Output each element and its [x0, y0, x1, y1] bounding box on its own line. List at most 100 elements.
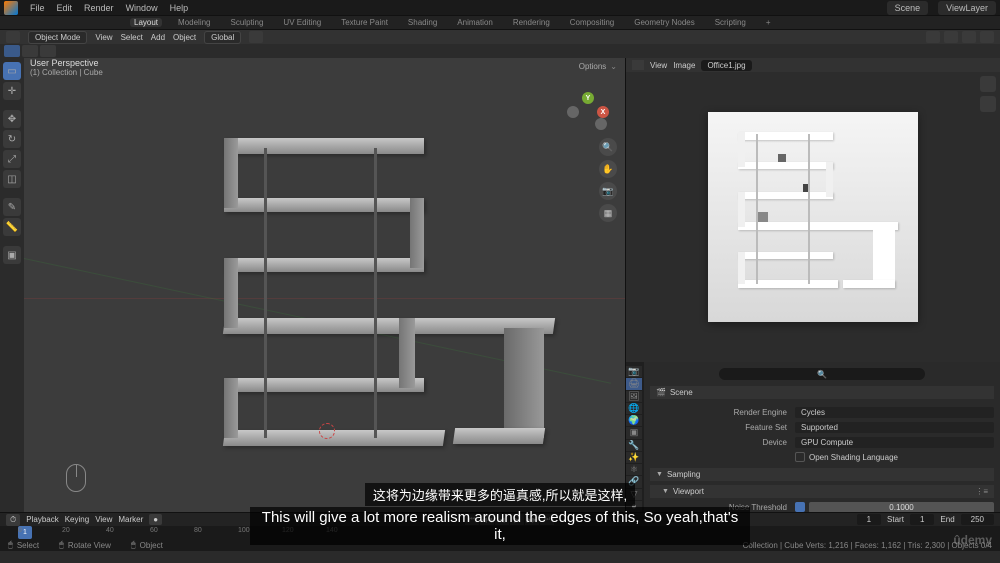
tab-scripting[interactable]: Scripting [711, 18, 750, 27]
menu-help[interactable]: Help [170, 3, 189, 13]
start-label: Start [887, 515, 904, 524]
img-tool-2[interactable] [980, 96, 996, 112]
tool-select-box[interactable]: ▭ [3, 62, 21, 80]
scene-icon: 🎬 [656, 388, 666, 397]
orientation-selector[interactable]: Global [204, 31, 241, 44]
tool-rotate[interactable]: ↻ [3, 130, 21, 148]
tl-keying[interactable]: Keying [65, 515, 89, 524]
editor-type-icon[interactable] [6, 31, 20, 43]
prop-tab-render[interactable]: 📷 [626, 366, 642, 377]
tool-transform[interactable]: ◫ [3, 170, 21, 188]
feature-set-select[interactable]: Supported [795, 422, 994, 433]
prop-tab-object[interactable]: ▣ [626, 427, 642, 438]
menu-render[interactable]: Render [84, 3, 114, 13]
start-frame[interactable]: 1 [910, 514, 934, 525]
tab-layout[interactable]: Layout [130, 18, 162, 27]
mode-selector[interactable]: Object Mode [28, 31, 87, 44]
menu-window[interactable]: Window [126, 3, 158, 13]
3d-cursor-icon [319, 423, 333, 437]
viewport-options[interactable]: Options ⌄ [579, 62, 617, 71]
header-view[interactable]: View [95, 33, 112, 42]
tab-animation[interactable]: Animation [453, 18, 497, 27]
tool-add-cube[interactable]: ▣ [3, 246, 21, 264]
img-tool-1[interactable] [980, 76, 996, 92]
prop-tab-modifier[interactable]: 🔧 [626, 440, 642, 451]
header-select[interactable]: Select [121, 33, 143, 42]
props-search-input[interactable]: 🔍 [719, 368, 925, 380]
perspective-icon[interactable]: ▦ [599, 204, 617, 222]
image-editor-icon[interactable] [632, 60, 644, 70]
tl-view[interactable]: View [95, 515, 112, 524]
scene-selector[interactable]: Scene [887, 1, 929, 15]
tab-geonodes[interactable]: Geometry Nodes [630, 18, 698, 27]
tab-texture[interactable]: Texture Paint [337, 18, 392, 27]
nav-gizmo[interactable]: Y X [567, 88, 609, 130]
tool-move[interactable]: ✥ [3, 110, 21, 128]
image-viewer[interactable] [626, 72, 1000, 362]
tl-marker[interactable]: Marker [118, 515, 143, 524]
sampling-section[interactable]: ▼Sampling [650, 468, 994, 481]
tool-cursor[interactable]: ✛ [3, 82, 21, 100]
tab-modeling[interactable]: Modeling [174, 18, 214, 27]
select-mode-icon[interactable] [4, 45, 20, 57]
shading-rendered-icon[interactable] [980, 31, 994, 43]
tab-shading[interactable]: Shading [404, 18, 441, 27]
img-view-menu[interactable]: View [650, 61, 667, 70]
pan-icon[interactable]: ✋ [599, 160, 617, 178]
prop-tab-particle[interactable]: ✨ [626, 452, 642, 463]
axis-x[interactable]: X [597, 106, 609, 118]
camera-icon[interactable]: 📷 [599, 182, 617, 200]
axis-neg[interactable] [595, 118, 607, 130]
right-panel: View Image Office1.jpg [625, 58, 1000, 512]
tab-rendering[interactable]: Rendering [509, 18, 554, 27]
toolbar-left: ▭ ✛ ✥ ↻ ⤢ ◫ ✎ 📏 ▣ [0, 58, 24, 512]
prop-tab-physics[interactable]: ⚛ [626, 464, 642, 475]
tool-measure[interactable]: 📏 [3, 218, 21, 236]
current-frame[interactable]: 1 [857, 514, 881, 525]
feature-set-label: Feature Set [650, 423, 795, 432]
shading-material-icon[interactable] [962, 31, 976, 43]
timeline-icon[interactable]: ⏱ [6, 514, 20, 526]
snap-icon[interactable] [249, 31, 263, 43]
shading-solid-icon[interactable] [944, 31, 958, 43]
img-image-menu[interactable]: Image [673, 61, 695, 70]
prop-tab-world[interactable]: 🌍 [626, 415, 642, 426]
autokey-icon[interactable]: ● [149, 514, 162, 525]
tab-uv[interactable]: UV Editing [279, 18, 325, 27]
image-file-selector[interactable]: Office1.jpg [701, 60, 751, 71]
3d-viewport[interactable]: User Perspective (1) Collection | Cube O… [24, 58, 625, 512]
render-engine-label: Render Engine [650, 408, 795, 417]
viewport-info: User Perspective (1) Collection | Cube [30, 58, 103, 77]
header-add[interactable]: Add [151, 33, 165, 42]
render-engine-select[interactable]: Cycles [795, 407, 994, 418]
device-select[interactable]: GPU Compute [795, 437, 994, 448]
noise-threshold-checkbox[interactable] [795, 502, 805, 512]
tool-setting-1[interactable] [22, 45, 38, 57]
header-object[interactable]: Object [173, 33, 196, 42]
noise-threshold-input[interactable]: 0.1000 [809, 502, 994, 513]
viewlayer-selector[interactable]: ViewLayer [938, 1, 996, 15]
tool-annotate[interactable]: ✎ [3, 198, 21, 216]
shading-wireframe-icon[interactable] [926, 31, 940, 43]
osl-checkbox[interactable] [795, 452, 805, 462]
reference-image [708, 112, 918, 322]
tab-sculpting[interactable]: Sculpting [227, 18, 268, 27]
tool-setting-2[interactable] [40, 45, 56, 57]
tab-add[interactable]: + [762, 18, 775, 27]
zoom-icon[interactable]: 🔍 [599, 138, 617, 156]
tool-settings-bar [0, 44, 1000, 58]
tl-playback[interactable]: Playback [26, 515, 58, 524]
tab-compositing[interactable]: Compositing [566, 18, 618, 27]
end-frame[interactable]: 250 [961, 514, 994, 525]
video-subtitles: 这将为边缘带来更多的逼真感,所以就是这样, This will give a l… [250, 483, 750, 545]
axis-z[interactable] [567, 106, 579, 118]
subtitle-chinese: 这将为边缘带来更多的逼真感,所以就是这样, [365, 483, 635, 506]
menu-edit[interactable]: Edit [57, 3, 73, 13]
axis-y[interactable]: Y [582, 92, 594, 104]
tool-scale[interactable]: ⤢ [3, 150, 21, 168]
end-label: End [940, 515, 954, 524]
prop-tab-output[interactable]: 🖨 [626, 378, 642, 389]
menu-file[interactable]: File [30, 3, 45, 13]
prop-tab-scene[interactable]: 🌐 [626, 403, 642, 414]
prop-tab-view[interactable]: 🖼 [626, 391, 642, 402]
